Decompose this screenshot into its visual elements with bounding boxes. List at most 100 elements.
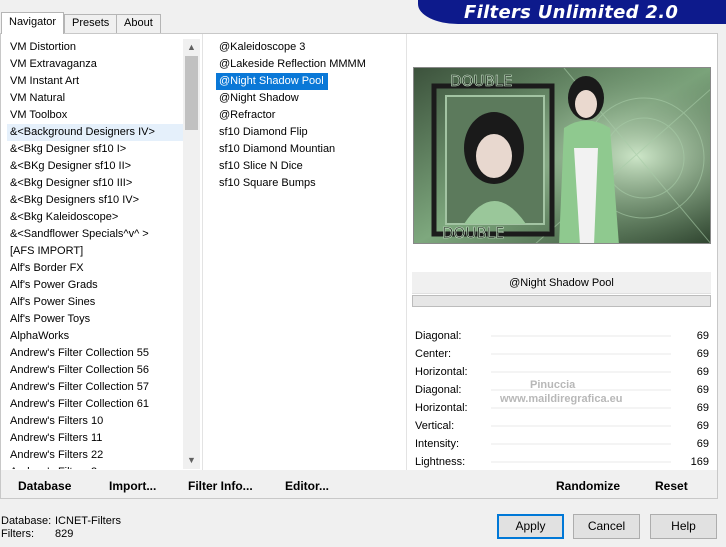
status-filters-value: 829: [55, 528, 74, 540]
database-button[interactable]: Database: [18, 479, 71, 493]
category-item[interactable]: Alf's Power Grads: [7, 277, 183, 294]
param-label: Horizontal:: [415, 366, 468, 378]
filter-list[interactable]: @Kaleidoscope 3 @Lakeside Reflection MMMM…: [216, 39, 406, 469]
app-title-banner: Filters Unlimited 2.0: [418, 0, 726, 24]
category-item[interactable]: &<Bkg Designer sf10 III>: [7, 175, 183, 192]
filter-item[interactable]: sf10 Diamond Mountian: [216, 141, 339, 158]
param-slider-track[interactable]: [491, 335, 671, 337]
param-label: Diagonal:: [415, 384, 462, 396]
preview-image: DOUBLE DOUBLE: [413, 67, 711, 244]
status-filters: Filters: 829: [1, 528, 73, 540]
status-filters-label: Filters:: [1, 528, 34, 540]
param-row[interactable]: Vertical: 69: [413, 417, 711, 435]
category-item[interactable]: &<Sandflower Specials^v^ >: [7, 226, 183, 243]
filter-item[interactable]: @Lakeside Reflection MMMM: [216, 56, 370, 73]
filter-item[interactable]: @Night Shadow Pool: [216, 73, 328, 90]
param-label: Center:: [415, 348, 452, 360]
param-row[interactable]: Intensity: 69: [413, 435, 711, 453]
filter-info-button[interactable]: Filter Info...: [188, 479, 253, 493]
app-title: Filters Unlimited 2.0: [464, 2, 679, 23]
param-slider-track[interactable]: [491, 425, 671, 427]
category-item[interactable]: &<Bkg Designers sf10 IV>: [7, 192, 183, 209]
category-item[interactable]: Andrew's Filters 10: [7, 413, 183, 430]
category-item[interactable]: Alf's Power Sines: [7, 294, 183, 311]
filter-item[interactable]: sf10 Square Bumps: [216, 175, 320, 192]
param-slider-track[interactable]: [491, 407, 671, 409]
editor-button[interactable]: Editor...: [285, 479, 329, 493]
category-item[interactable]: VM Instant Art: [7, 73, 183, 90]
preview-top-text: DOUBLE: [450, 72, 512, 90]
param-row[interactable]: Lightness: 169: [413, 453, 711, 471]
param-label: Vertical:: [415, 420, 455, 432]
cancel-button[interactable]: Cancel: [573, 514, 640, 539]
randomize-button[interactable]: Randomize: [556, 479, 620, 493]
category-item[interactable]: Alf's Power Toys: [7, 311, 183, 328]
category-list[interactable]: VM Distortion VM Extravaganza VM Instant A…: [7, 39, 183, 469]
param-value: 69: [696, 366, 709, 378]
category-item[interactable]: VM Toolbox: [7, 107, 183, 124]
param-slider-track[interactable]: [491, 371, 671, 373]
current-filter-name: @Night Shadow Pool: [412, 272, 711, 294]
status-database-label: Database:: [1, 515, 52, 527]
scroll-down-icon[interactable]: ▼: [183, 452, 200, 469]
category-item[interactable]: Andrew's Filters 22: [7, 447, 183, 464]
preview-artwork: DOUBLE DOUBLE: [414, 68, 710, 243]
param-slider-track[interactable]: [491, 461, 671, 463]
status-database-value: ICNET-Filters: [55, 515, 121, 527]
filter-item[interactable]: sf10 Slice N Dice: [216, 158, 307, 175]
category-item[interactable]: VM Natural: [7, 90, 183, 107]
watermark: Pinuccia www.maildiregrafica.eu: [500, 378, 622, 406]
tab-about[interactable]: About: [116, 14, 161, 33]
param-value: 69: [696, 330, 709, 342]
category-item[interactable]: &<BKg Designer sf10 II>: [7, 158, 183, 175]
param-label: Diagonal:: [415, 330, 462, 342]
category-item[interactable]: Andrew's Filters 3: [7, 464, 183, 469]
category-item[interactable]: Andrew's Filters 11: [7, 430, 183, 447]
filter-item[interactable]: @Night Shadow: [216, 90, 303, 107]
reset-button[interactable]: Reset: [655, 479, 688, 493]
param-value: 169: [690, 456, 709, 468]
category-item[interactable]: &<Background Designers IV>: [7, 124, 183, 141]
tab-navigator[interactable]: Navigator: [1, 12, 65, 34]
help-button[interactable]: Help: [650, 514, 717, 539]
category-item[interactable]: VM Extravaganza: [7, 56, 183, 73]
param-value: 69: [696, 384, 709, 396]
scroll-up-icon[interactable]: ▲: [183, 39, 200, 56]
filter-item[interactable]: @Refractor: [216, 107, 279, 124]
param-row[interactable]: Diagonal: 69: [413, 327, 711, 345]
divider: [202, 34, 203, 470]
param-label: Horizontal:: [415, 402, 468, 414]
category-item[interactable]: Alf's Border FX: [7, 260, 183, 277]
import-button[interactable]: Import...: [109, 479, 156, 493]
watermark-line1: Pinuccia: [530, 379, 576, 391]
param-label: Intensity:: [415, 438, 460, 450]
param-value: 69: [696, 348, 709, 360]
filter-item[interactable]: sf10 Diamond Flip: [216, 124, 312, 141]
param-value: 69: [696, 420, 709, 432]
tab-presets[interactable]: Presets: [64, 14, 118, 33]
category-item[interactable]: Andrew's Filter Collection 61: [7, 396, 183, 413]
watermark-line2: www.maildiregrafica.eu: [500, 393, 623, 405]
divider: [406, 34, 407, 470]
category-scrollbar[interactable]: ▲ ▼: [183, 39, 200, 469]
category-item[interactable]: [AFS IMPORT]: [7, 243, 183, 260]
category-item[interactable]: VM Distortion: [7, 39, 183, 56]
category-item[interactable]: Andrew's Filter Collection 55: [7, 345, 183, 362]
category-item[interactable]: &<Bkg Designer sf10 I>: [7, 141, 183, 158]
apply-button[interactable]: Apply: [497, 514, 564, 539]
category-item[interactable]: AlphaWorks: [7, 328, 183, 345]
scroll-thumb[interactable]: [185, 56, 198, 130]
param-row[interactable]: Center: 69: [413, 345, 711, 363]
preview-bottom-text: DOUBLE: [442, 224, 504, 242]
param-value: 69: [696, 402, 709, 414]
param-slider-track[interactable]: [491, 443, 671, 445]
category-item[interactable]: Andrew's Filter Collection 56: [7, 362, 183, 379]
status-database: Database: ICNET-Filters: [1, 515, 121, 527]
category-item[interactable]: Andrew's Filter Collection 57: [7, 379, 183, 396]
param-label: Lightness:: [415, 456, 466, 468]
param-value: 69: [696, 438, 709, 450]
category-item[interactable]: &<Bkg Kaleidoscope>: [7, 209, 183, 226]
param-slider-track[interactable]: [491, 353, 671, 355]
progress-bar: [412, 295, 711, 307]
filter-item[interactable]: @Kaleidoscope 3: [216, 39, 309, 56]
